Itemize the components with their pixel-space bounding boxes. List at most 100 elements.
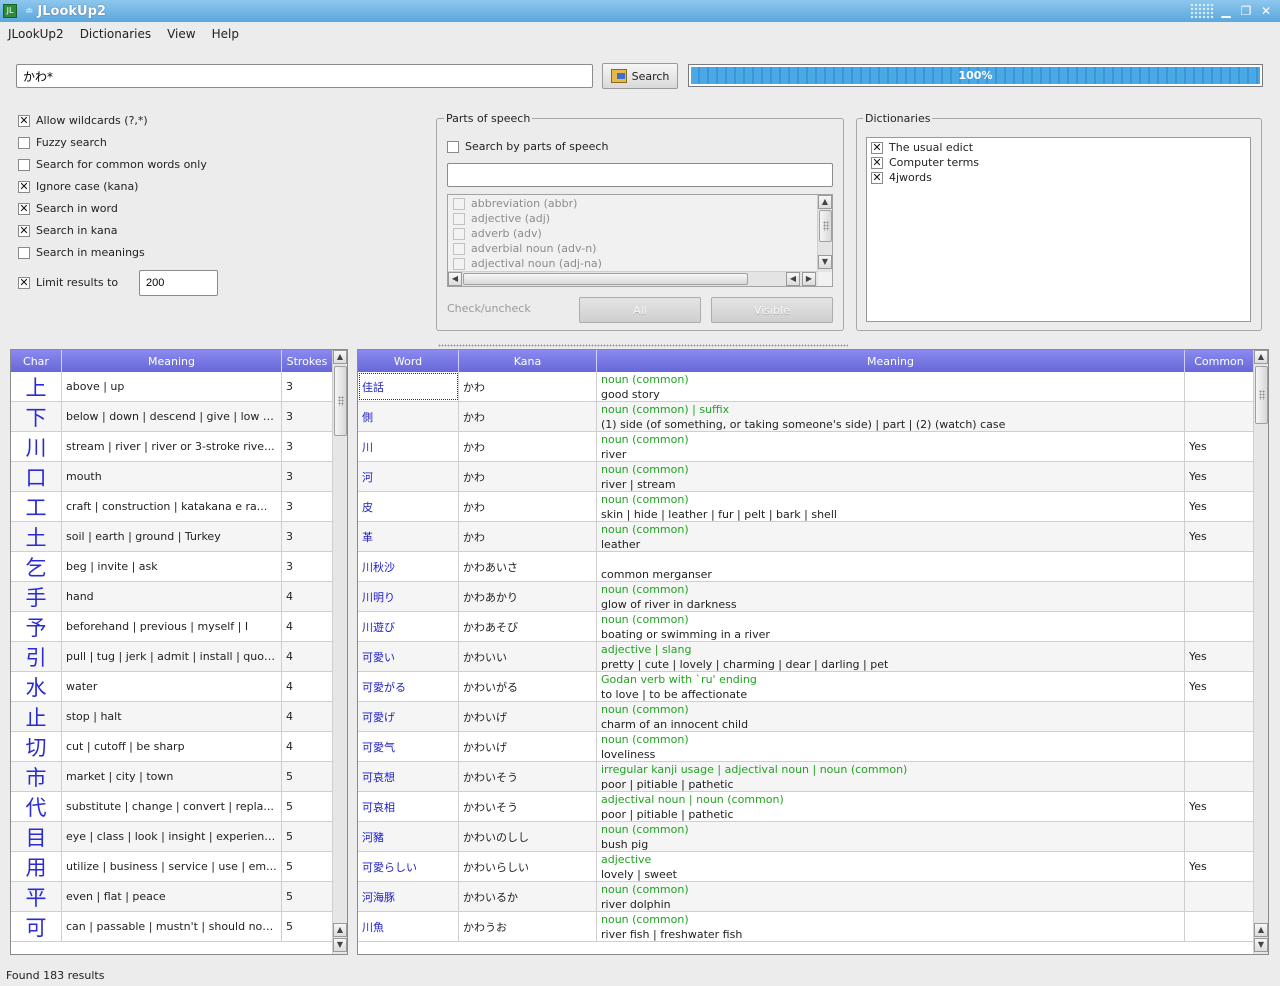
word-cell[interactable]: 皮 bbox=[358, 492, 459, 521]
scroll-up-icon[interactable]: ▲ bbox=[1254, 923, 1268, 937]
word-cell[interactable]: 河 bbox=[358, 462, 459, 491]
word-cell[interactable]: 可哀相 bbox=[358, 792, 459, 821]
column-header-meaning[interactable]: Meaning bbox=[597, 350, 1185, 372]
table-row[interactable]: 革かわ noun (common) leather Yes bbox=[358, 522, 1254, 552]
table-row[interactable]: 川魚 かわうお noun (common) river fish | freshwat… bbox=[358, 912, 1254, 942]
option-limit-results[interactable]: Limit results to bbox=[18, 276, 118, 289]
table-row[interactable]: 平 even | flat | peace 5 bbox=[11, 882, 333, 912]
table-row[interactable]: 川秋沙 かわあいさ common merganser bbox=[358, 552, 1254, 582]
option-ignore-case[interactable]: Ignore case (kana) bbox=[18, 180, 138, 193]
scroll-down-icon[interactable]: ▼ bbox=[333, 938, 347, 952]
table-row[interactable]: 止 stop | halt 4 bbox=[11, 702, 333, 732]
pos-list[interactable]: abbreviation (abbr) adjective (adj) adve… bbox=[447, 194, 833, 287]
table-row[interactable]: 可愛らしい かわいらしい adjective lovely | sweet Yes bbox=[358, 852, 1254, 882]
table-row[interactable]: 可愛がる かわいがる Godan verb with `ru' ending to l… bbox=[358, 672, 1254, 702]
scroll-up-icon[interactable]: ▲ bbox=[333, 923, 347, 937]
word-cell[interactable]: 可愛い bbox=[358, 642, 459, 671]
checkbox[interactable] bbox=[871, 156, 883, 169]
word-cell[interactable]: 川遊び bbox=[358, 612, 459, 641]
word-cell[interactable]: 革 bbox=[358, 522, 459, 551]
scroll-up-icon[interactable]: ▲ bbox=[333, 350, 347, 364]
word-cell[interactable]: 可愛がる bbox=[358, 672, 459, 701]
table-row[interactable]: 用 utilize | business | service | use | em… bbox=[11, 852, 333, 882]
pos-horizontal-scrollbar[interactable]: ◀ ◀ ▶ bbox=[448, 271, 818, 286]
table-row[interactable]: 河かわ noun (common) river | stream Yes bbox=[358, 462, 1254, 492]
table-row[interactable]: 可哀想 かわいそう irregular kanji usage | adjectiv… bbox=[358, 762, 1254, 792]
table-row[interactable]: 切 cut | cutoff | be sharp 4 bbox=[11, 732, 333, 762]
column-header-common[interactable]: Common bbox=[1185, 350, 1254, 372]
scroll-thumb[interactable] bbox=[334, 366, 347, 436]
checkbox[interactable] bbox=[18, 202, 30, 215]
table-row[interactable]: 河海豚 かわいるか noun (common) river dolphin bbox=[358, 882, 1254, 912]
checkbox[interactable] bbox=[18, 224, 30, 237]
scroll-right-icon[interactable]: ▶ bbox=[802, 272, 816, 286]
table-row[interactable]: 水 water 4 bbox=[11, 672, 333, 702]
table-row[interactable]: 手 hand 4 bbox=[11, 582, 333, 612]
table-row[interactable]: 河豬 かわいのしし noun (common) bush pig bbox=[358, 822, 1254, 852]
dictionary-item[interactable]: 4jwords bbox=[867, 170, 1250, 185]
column-header-meaning[interactable]: Meaning bbox=[62, 350, 282, 372]
menu-help[interactable]: Help bbox=[204, 27, 247, 41]
checkbox[interactable] bbox=[18, 180, 30, 193]
checkbox[interactable] bbox=[447, 140, 459, 153]
scroll-up-icon[interactable]: ▲ bbox=[818, 195, 832, 209]
menu-jlookup2[interactable]: JLookUp2 bbox=[0, 27, 72, 41]
close-icon[interactable]: ✕ bbox=[1258, 3, 1274, 19]
word-cell[interactable]: 川魚 bbox=[358, 912, 459, 941]
table-row[interactable]: 皮かわ noun (common) skin | hide | leather | … bbox=[358, 492, 1254, 522]
word-cell[interactable]: 川 bbox=[358, 432, 459, 461]
dictionary-item[interactable]: The usual edict bbox=[867, 140, 1250, 155]
search-input[interactable] bbox=[16, 64, 593, 88]
scroll-left-icon[interactable]: ◀ bbox=[448, 272, 462, 286]
option-allow-wildcards[interactable]: Allow wildcards (?,*) bbox=[18, 114, 148, 127]
table-row[interactable]: 可愛げ かわいげ noun (common) charm of an innocent… bbox=[358, 702, 1254, 732]
scroll-thumb[interactable] bbox=[819, 210, 832, 242]
minimize-icon[interactable]: ▁ bbox=[1218, 3, 1234, 19]
checkbox[interactable] bbox=[18, 158, 30, 171]
table-row[interactable]: 上 above | up 3 bbox=[11, 372, 333, 402]
table-row[interactable]: 川 stream | river | river or 3-stroke rive… bbox=[11, 432, 333, 462]
check-visible-button[interactable]: Visible bbox=[711, 297, 833, 323]
word-cell[interactable]: 可哀想 bbox=[358, 762, 459, 791]
checkbox[interactable] bbox=[18, 276, 30, 289]
word-cell[interactable]: 川明り bbox=[358, 582, 459, 611]
scroll-thumb[interactable] bbox=[1255, 366, 1268, 424]
checkbox[interactable] bbox=[18, 114, 30, 127]
word-cell[interactable]: 河海豚 bbox=[358, 882, 459, 911]
splitter-handle[interactable] bbox=[438, 344, 848, 347]
scroll-down-icon[interactable]: ▼ bbox=[1254, 938, 1268, 952]
option-common-words-only[interactable]: Search for common words only bbox=[18, 158, 207, 171]
checkbox[interactable] bbox=[871, 171, 883, 184]
word-cell[interactable]: 可愛げ bbox=[358, 702, 459, 731]
table-row[interactable]: 可哀相 かわいそう adjectival noun | noun (common) p… bbox=[358, 792, 1254, 822]
column-header-kana[interactable]: Kana bbox=[459, 350, 597, 372]
table-row[interactable]: 目 eye | class | look | insight | experien… bbox=[11, 822, 333, 852]
check-all-button[interactable]: All bbox=[579, 297, 701, 323]
table-row[interactable]: 土 soil | earth | ground | Turkey 3 bbox=[11, 522, 333, 552]
table-row[interactable]: 下 below | down | descend | give | low | i… bbox=[11, 402, 333, 432]
word-cell[interactable]: 可愛气 bbox=[358, 732, 459, 761]
table-row[interactable]: 代 substitute | change | convert | repla..… bbox=[11, 792, 333, 822]
column-header-char[interactable]: Char bbox=[11, 350, 62, 372]
option-search-by-pos[interactable]: Search by parts of speech bbox=[447, 140, 608, 153]
scroll-left-icon[interactable]: ◀ bbox=[786, 272, 800, 286]
menu-dictionaries[interactable]: Dictionaries bbox=[72, 27, 159, 41]
table-row[interactable]: 川かわ noun (common) river Yes bbox=[358, 432, 1254, 462]
table-row[interactable]: 口 mouth 3 bbox=[11, 462, 333, 492]
scroll-up-icon[interactable]: ▲ bbox=[1254, 350, 1268, 364]
word-vertical-scrollbar[interactable]: ▲ ▲ ▼ bbox=[1253, 350, 1268, 954]
pin-icon[interactable]: ≐ bbox=[25, 6, 33, 17]
checkbox[interactable] bbox=[871, 141, 883, 154]
restore-icon[interactable]: ❐ bbox=[1238, 3, 1254, 19]
word-cell[interactable]: 河豬 bbox=[358, 822, 459, 851]
column-header-strokes[interactable]: Strokes bbox=[282, 350, 333, 372]
table-row[interactable]: 側かわ noun (common) | suffix (1) side (of so… bbox=[358, 402, 1254, 432]
kanji-vertical-scrollbar[interactable]: ▲ ▲ ▼ bbox=[332, 350, 347, 954]
checkbox[interactable] bbox=[18, 136, 30, 149]
word-cell[interactable]: 可愛らしい bbox=[358, 852, 459, 881]
table-row[interactable]: 川明り かわあかり noun (common) glow of river in da… bbox=[358, 582, 1254, 612]
table-row[interactable]: 乞 beg | invite | ask 3 bbox=[11, 552, 333, 582]
table-row[interactable]: 工 craft | construction | katakana e ra...… bbox=[11, 492, 333, 522]
table-row[interactable]: 可 can | passable | mustn't | should not..… bbox=[11, 912, 333, 942]
checkbox[interactable] bbox=[18, 246, 30, 259]
